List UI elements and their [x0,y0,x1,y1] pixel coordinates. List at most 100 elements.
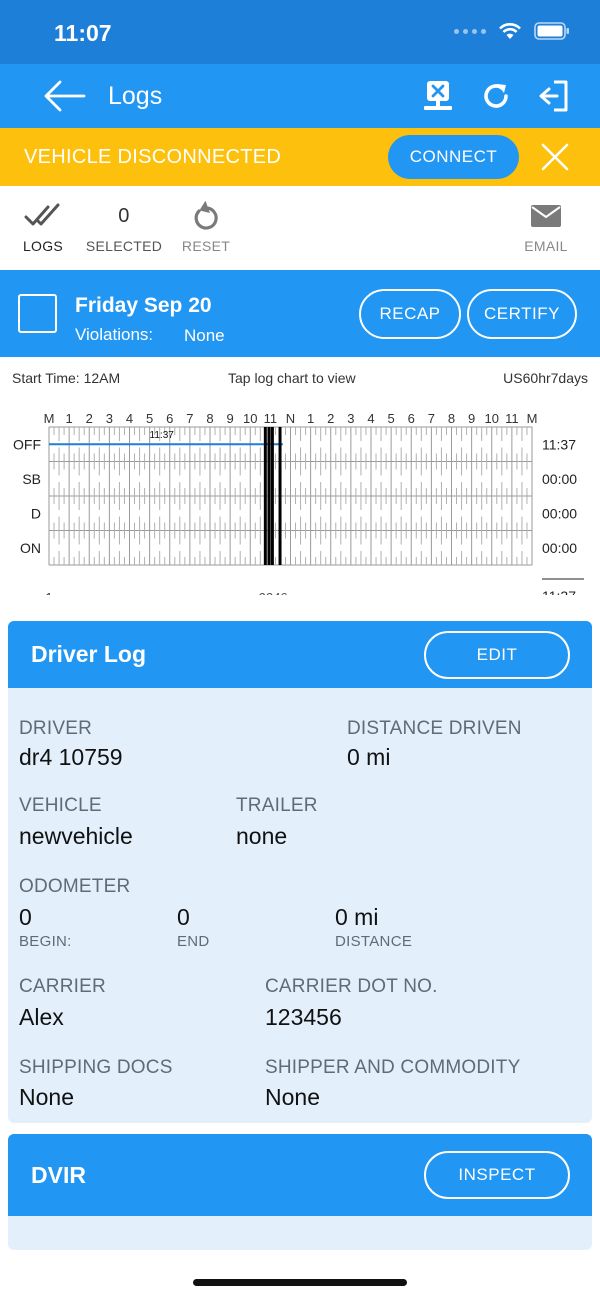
row-total-d: 00:00 [542,505,577,521]
signal-icon [454,28,486,34]
violations-value: None [184,326,225,345]
selected-count: 0 [118,205,130,227]
refresh-button[interactable] [478,78,514,114]
driver-log-card: Driver Log EDIT DRIVER dr4 10759 DISTANC… [8,621,592,1123]
app-actions [420,78,572,114]
hour-label-14: 2 [327,411,334,426]
hour-label-24: M [527,411,538,426]
shipping-docs-label: SHIPPING DOCS [19,1057,173,1078]
hour-label-5: 5 [146,411,153,426]
row-total-on: 00:00 [542,540,577,556]
home-indicator [193,1279,407,1286]
battery-icon [534,22,569,40]
odometer-begin-value: 0 [19,904,32,930]
row-total-off: 11:37 [542,436,576,452]
shipper-commodity-label: SHIPPER AND COMMODITY [265,1057,521,1078]
back-arrow-icon[interactable] [40,78,88,114]
day-select-checkbox[interactable] [18,294,57,333]
double-check-icon [24,203,60,226]
selected-label: SELECTED [85,238,163,254]
close-icon[interactable] [538,140,572,174]
banner-text: VEHICLE DISCONNECTED [24,146,282,168]
hour-label-22: 10 [485,411,499,426]
row-total-sb: 00:00 [542,471,577,487]
hour-label-4: 4 [126,411,133,426]
event-label-first: 1 [45,590,52,595]
trailer-value: none [236,823,288,849]
hour-label-18: 6 [408,411,415,426]
dvir-card: DVIR INSPECT [8,1134,592,1250]
day-header: Friday Sep 20 Violations: None RECAP CER… [0,270,600,357]
hour-label-9: 9 [227,411,234,426]
page-title: Logs [108,82,163,110]
start-time: Start Time: 12AM [12,370,121,386]
hour-label-21: 9 [468,411,475,426]
hour-label-15: 3 [347,411,354,426]
reset-button[interactable]: RESET [180,200,232,254]
carrier-dot-label: CARRIER DOT NO. [265,976,438,997]
row-label-sb: SB [22,471,41,487]
grand-total: 11:37 [542,588,576,595]
driver-log-header: Driver Log EDIT [8,621,592,688]
chart-hint: Tap log chart to view [228,370,356,386]
logout-button[interactable] [536,78,572,114]
log-chart[interactable]: M 1 2 3 4 5 6 7 8 9 10 11 N 1 2 3 4 5 6 7 8 9 10 11 MOFF 11:37SB 0… [0,400,600,595]
envelope-icon [531,205,561,227]
carrier-label: CARRIER [19,976,106,997]
driver-value: dr4 10759 [19,744,123,770]
wifi-icon [499,23,521,39]
logs-label: LOGS [22,238,64,254]
vehicle-value: newvehicle [19,823,133,849]
hour-label-20: 8 [448,411,455,426]
hour-label-16: 4 [367,411,374,426]
hour-label-13: 1 [307,411,314,426]
hour-label-6: 6 [166,411,173,426]
hour-label-7: 7 [186,411,193,426]
edit-button[interactable]: EDIT [424,631,570,679]
hour-label-19: 7 [428,411,435,426]
refresh-icon [484,84,508,108]
hour-label-0: M [44,411,55,426]
carrier-dot-value: 123456 [265,1004,342,1030]
cycle-rule: US60hr7days [503,370,588,386]
shipping-docs-value: None [19,1084,74,1110]
recap-button[interactable]: RECAP [359,289,461,339]
status-bar: 11:07 [0,0,600,64]
certify-button[interactable]: CERTIFY [467,289,577,339]
server-disconnected-icon [424,81,452,110]
row-label-d: D [31,505,41,521]
driver-log-title: Driver Log [31,641,147,667]
dvir-header: DVIR INSPECT [8,1134,592,1216]
distance-driven-label: DISTANCE DRIVEN [347,718,522,739]
trailer-label: TRAILER [236,795,318,816]
selected-counter: 0 SELECTED [84,200,164,254]
hour-label-17: 5 [388,411,395,426]
hour-label-12: N [286,411,295,426]
inspect-button[interactable]: INSPECT [424,1151,570,1199]
vehicle-label: VEHICLE [19,795,102,816]
logs-select-all-button[interactable]: LOGS [18,200,68,254]
hour-label-11: 11 [264,411,278,426]
violations-label: Violations: [75,325,154,344]
segment-time-label: 11:37 [150,430,175,441]
hour-label-23: 11 [505,411,519,426]
hour-label-2: 2 [86,411,93,426]
shipper-commodity-value: None [265,1084,320,1110]
log-toolbar: LOGS 0 SELECTED RESET EMAIL [0,186,600,270]
reset-label: RESET [181,238,231,254]
reset-icon [194,200,218,230]
disconnect-server-button[interactable] [420,78,456,114]
odometer-end-value: 0 [177,904,190,930]
logout-icon [539,80,568,112]
email-button[interactable]: EMAIL [520,200,572,254]
app-bar: Logs [0,64,600,128]
odometer-distance-label: DISTANCE [335,933,413,950]
vehicle-disconnected-banner: VEHICLE DISCONNECTED CONNECT [0,128,600,186]
hour-label-1: 1 [66,411,73,426]
odometer-label: ODOMETER [19,876,131,897]
distance-driven-value: 0 mi [347,744,391,770]
event-label-cluster: 2346 [257,590,288,595]
hour-label-8: 8 [206,411,213,426]
status-time: 11:07 [54,20,112,46]
connect-button[interactable]: CONNECT [388,135,519,179]
